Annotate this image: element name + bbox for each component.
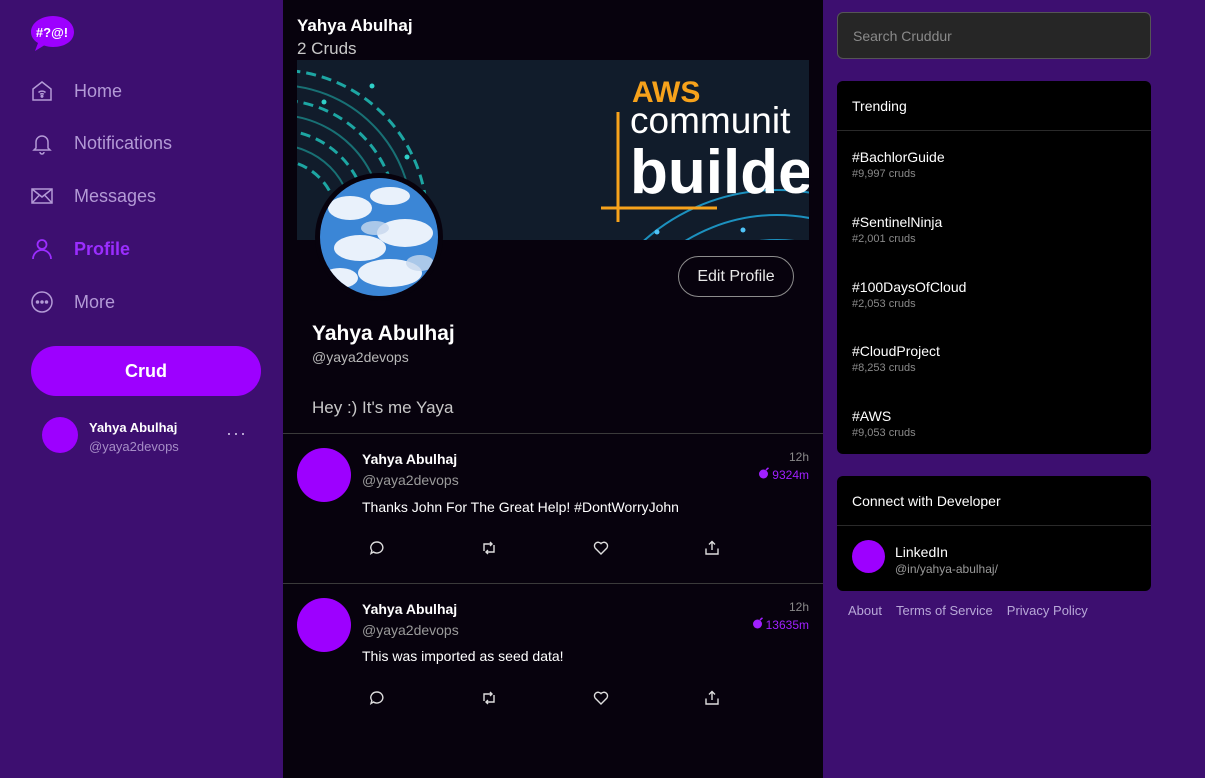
connect-handle[interactable]: @in/yahya-abulhaj/: [895, 562, 998, 576]
nav-messages[interactable]: Messages: [30, 178, 156, 214]
trending-item[interactable]: #SentinelNinja #2,001 cruds: [852, 214, 942, 245]
post-author-name: Yahya Abulhaj: [362, 601, 458, 617]
like-icon[interactable]: [591, 538, 611, 558]
left-sidebar: #?@! Home Notifications Messages Profile…: [0, 0, 283, 778]
post-time: 12h: [788, 450, 809, 464]
trending-item[interactable]: #AWS #9,053 cruds: [852, 408, 916, 439]
nav-more[interactable]: More: [30, 284, 115, 320]
nav-notifications[interactable]: Notifications: [30, 125, 172, 161]
home-icon: [30, 79, 54, 103]
reply-icon[interactable]: [367, 538, 387, 558]
profile-header-name: Yahya Abulhaj: [297, 16, 413, 35]
profile-feed: Yahya Abulhaj 2 Cruds AWS communit build…: [283, 0, 823, 778]
nav-home[interactable]: Home: [30, 73, 122, 109]
nav-profile[interactable]: Profile: [30, 231, 130, 267]
footer-about-link[interactable]: About: [848, 603, 882, 618]
avatar: [297, 448, 351, 502]
person-icon: [30, 237, 54, 261]
share-icon[interactable]: [702, 538, 722, 558]
post-message: This was imported as seed data!: [362, 648, 564, 664]
post-author-handle: @yaya2devops: [362, 622, 459, 638]
current-user-card[interactable]: Yahya Abulhaj @yaya2devops ···: [42, 417, 262, 457]
svg-text:communit: communit: [630, 100, 791, 141]
connect-title: Connect with Developer: [837, 476, 1151, 526]
share-icon[interactable]: [702, 688, 722, 708]
post-expires: 9324m: [758, 467, 809, 482]
more-circle-icon: [30, 290, 54, 314]
avatar: [42, 417, 78, 453]
trending-title: Trending: [837, 81, 1151, 131]
post-item[interactable]: Yahya Abulhaj @yaya2devops Thanks John F…: [283, 433, 823, 583]
current-user-name: Yahya Abulhaj: [89, 420, 178, 435]
footer-privacy-link[interactable]: Privacy Policy: [1007, 603, 1088, 618]
connect-card: Connect with Developer LinkedIn @in/yahy…: [837, 476, 1151, 591]
profile-header-count: 2 Cruds: [297, 39, 357, 58]
crud-button[interactable]: Crud: [31, 346, 261, 396]
bell-icon: [30, 131, 54, 155]
svg-text:#?@!: #?@!: [36, 25, 68, 40]
profile-handle: @yaya2devops: [312, 349, 409, 365]
edit-profile-button[interactable]: Edit Profile: [678, 256, 794, 297]
trending-item[interactable]: #BachlorGuide #9,997 cruds: [852, 149, 945, 180]
trending-item[interactable]: #CloudProject #8,253 cruds: [852, 343, 940, 374]
avatar: [297, 598, 351, 652]
svg-text:builde: builde: [630, 138, 809, 207]
reply-icon[interactable]: [367, 688, 387, 708]
envelope-icon: [30, 184, 54, 208]
post-time: 12h: [788, 600, 809, 614]
post-author-handle: @yaya2devops: [362, 472, 459, 488]
user-menu-icon[interactable]: ···: [226, 423, 247, 444]
trending-item[interactable]: #100DaysOfCloud #2,053 cruds: [852, 279, 966, 310]
like-icon[interactable]: [591, 688, 611, 708]
trending-card: Trending #BachlorGuide #9,997 cruds #Sen…: [837, 81, 1151, 454]
post-message: Thanks John For The Great Help! #DontWor…: [362, 499, 679, 515]
profile-bio: Hey :) It's me Yaya: [312, 398, 454, 417]
bomb-icon: [752, 617, 764, 632]
cruddur-logo-icon[interactable]: #?@!: [30, 14, 76, 54]
bomb-icon: [758, 467, 770, 482]
avatar: [852, 540, 885, 573]
repost-icon[interactable]: [479, 688, 499, 708]
current-user-handle: @yaya2devops: [89, 439, 179, 454]
profile-avatar: [315, 173, 443, 301]
repost-icon[interactable]: [479, 538, 499, 558]
post-item[interactable]: Yahya Abulhaj @yaya2devops This was impo…: [283, 583, 823, 733]
search-input[interactable]: [837, 12, 1151, 59]
footer-terms-link[interactable]: Terms of Service: [896, 603, 993, 618]
post-author-name: Yahya Abulhaj: [362, 451, 458, 467]
post-expires: 13635m: [752, 617, 809, 632]
footer-links: About Terms of Service Privacy Policy: [848, 603, 1088, 618]
connect-name[interactable]: LinkedIn: [895, 544, 948, 560]
profile-name: Yahya Abulhaj: [312, 322, 455, 345]
